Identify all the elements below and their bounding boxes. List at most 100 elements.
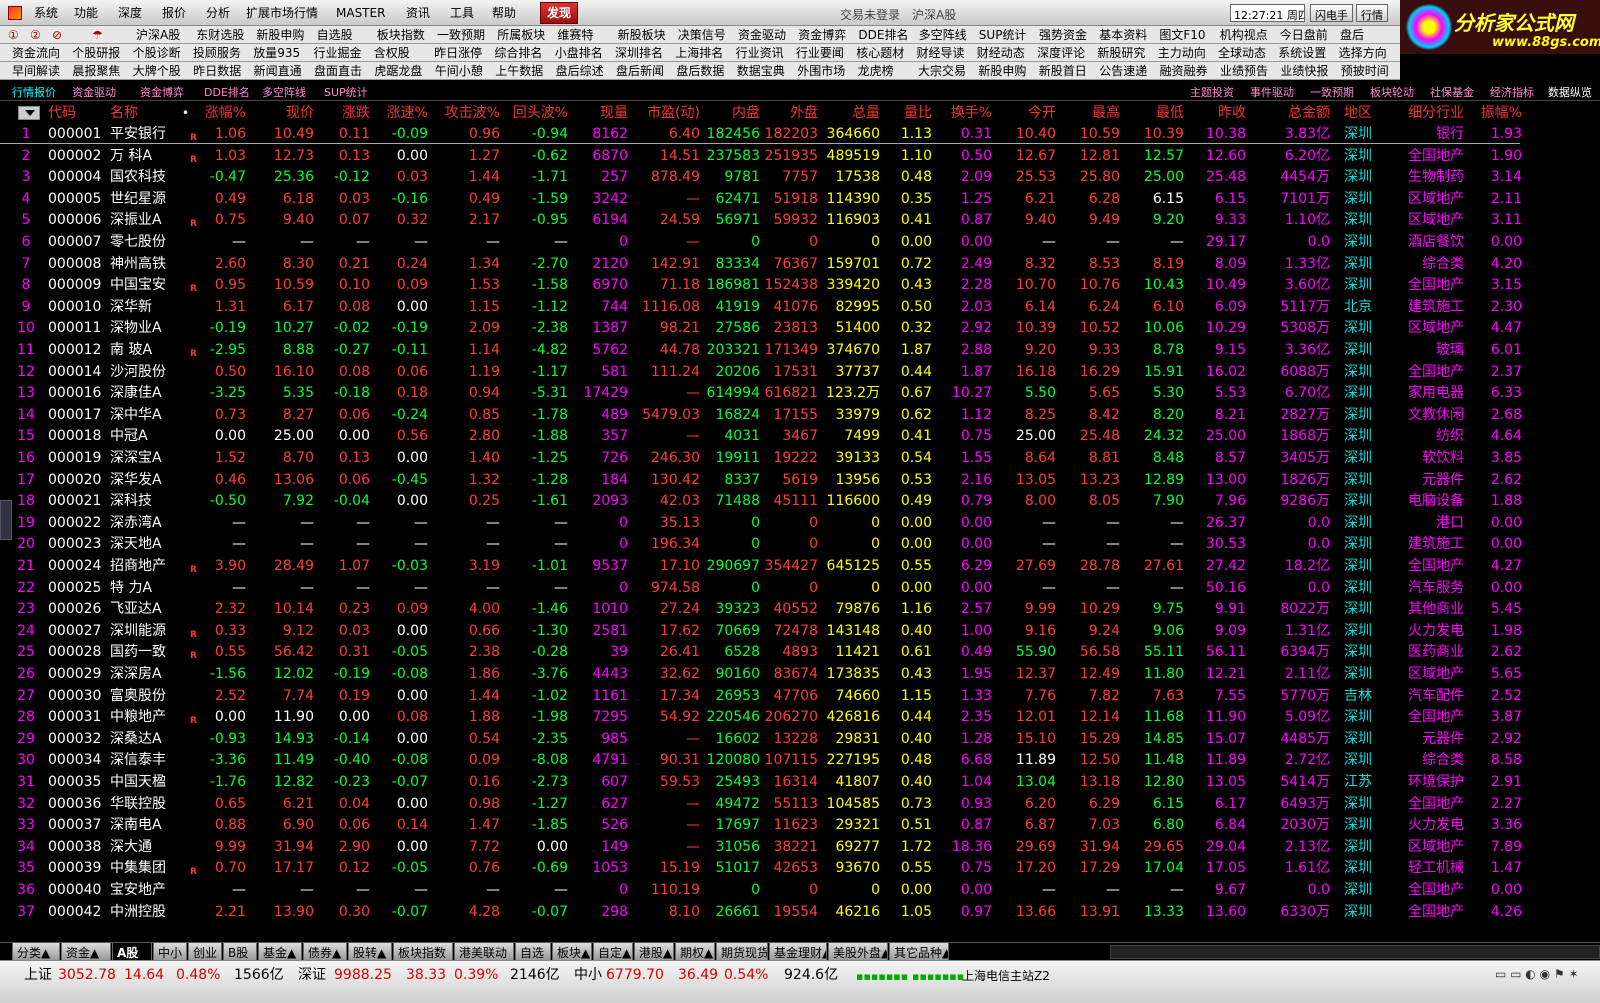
toolbar3-button-16[interactable]: 新股申购	[978, 64, 1026, 78]
table-row[interactable]: 20 000023 深天地A — — — — — — 0 196.34 0 0 0 0.00 0.00 — — — 3…	[0, 534, 1600, 556]
toolbar2-button-2[interactable]: 个股诊断	[133, 46, 181, 60]
toolbar1-button-12[interactable]: DDE排名	[858, 28, 908, 42]
view-tab-1[interactable]: 资金驱动	[72, 84, 116, 100]
toolbar2-button-14[interactable]: 核心题材	[856, 46, 904, 60]
toolbar1-button-15[interactable]: 强势资金	[1039, 28, 1087, 42]
toolbar1-button-7[interactable]: 维赛特	[557, 28, 593, 42]
circle-1-icon[interactable]: ①	[8, 28, 19, 42]
toolbar2-button-17[interactable]: 深度评论	[1037, 46, 1085, 60]
column-header-1[interactable]: 名称	[110, 105, 188, 121]
toolbar2-button-4[interactable]: 放量935	[253, 46, 300, 60]
toolbar2-button-3[interactable]: 投顾服务	[193, 46, 241, 60]
cell-col-1[interactable]: 中粮地产	[110, 709, 188, 726]
toolbar3-button-6[interactable]: 虎踞龙盘	[374, 64, 422, 78]
info-tab-5[interactable]: 经济指标	[1490, 84, 1534, 100]
toolbar1-button-4[interactable]: 板块指数	[377, 28, 425, 42]
column-header-18[interactable]: 最低	[1124, 105, 1184, 121]
cell-col-1[interactable]: 零七股份	[110, 234, 188, 251]
cell-col-1[interactable]: 南 玻A	[110, 342, 188, 359]
table-row[interactable]: 3 000004 国农科技 -0.47 25.36 -0.12 0.03 1.44 -1.71 2…	[0, 167, 1600, 189]
table-row[interactable]: 37 000042 中洲控股 2.21 13.90 0.30 -0.07 4.28 -0.07 2…	[0, 902, 1600, 924]
table-row[interactable]: 23 000026 飞亚达A 2.32 10.14 0.23 0.09 4.00 -1.46 10…	[0, 599, 1600, 621]
toolbar3-button-13[interactable]: 外围市场	[797, 64, 845, 78]
column-header-3[interactable]: 涨幅%	[196, 105, 246, 121]
table-row[interactable]: 13 000016 深康佳A -3.25 5.35 -0.18 0.18 0.94 -5.31 1…	[0, 383, 1600, 405]
toolbar2-button-8[interactable]: 综合排名	[494, 46, 542, 60]
table-row[interactable]: 15 000018 中冠A 0.00 25.00 0.00 0.56 2.80 -1.88 357…	[0, 426, 1600, 448]
cell-col-1[interactable]: 万 科A	[110, 148, 188, 165]
market-tab-11[interactable]: 自选	[515, 943, 551, 961]
cell-col-1[interactable]: 深圳能源	[110, 623, 188, 640]
toolbar3-button-11[interactable]: 盘后数据	[676, 64, 724, 78]
toolbar3-button-9[interactable]: 盘后综述	[556, 64, 604, 78]
table-row[interactable]: 19 000022 深赤湾A — — — — — — 0 35.13 0 0 0 0.00 0.00 — — — 26…	[0, 513, 1600, 535]
market-tab-17[interactable]: 基金理财▲	[769, 943, 827, 961]
market-tab-12[interactable]: 板块▲	[552, 943, 592, 961]
market-tab-8[interactable]: 股转▲	[348, 943, 392, 961]
view-tab-5[interactable]: SUP统计	[324, 84, 368, 100]
toolbar3-button-1[interactable]: 晨报聚焦	[72, 64, 120, 78]
toolbar2-button-5[interactable]: 行业掘金	[314, 46, 362, 60]
table-row[interactable]: 21 000024 招商地产 3.90 28.49 1.07 -0.03 3.19 -1.01 9…	[0, 556, 1600, 578]
quote-mode-button[interactable]: 行情	[1356, 4, 1388, 22]
table-row[interactable]: 9 000010 深华新 1.31 6.17 0.08 0.00 1.15 -1.12 744 11…	[0, 297, 1600, 319]
cell-col-1[interactable]: 沙河股份	[110, 364, 188, 381]
market-tab-9[interactable]: 板块指数	[393, 943, 453, 961]
toolbar2-button-6[interactable]: 含权股	[374, 46, 410, 60]
market-tab-10[interactable]: 港美联动	[454, 943, 514, 961]
toolbar3-button-18[interactable]: 公告速递	[1099, 64, 1147, 78]
cell-col-1[interactable]: 深赤湾A	[110, 515, 188, 532]
market-tab-3[interactable]: 中小	[153, 943, 187, 961]
toolbar1-button-18[interactable]: 机构视点	[1220, 28, 1268, 42]
column-header-20[interactable]: 总金额	[1250, 105, 1330, 121]
table-row[interactable]: 28 000031 中粮地产 0.00 11.90 0.00 0.08 1.88 -1.98 72…	[0, 707, 1600, 729]
cell-col-1[interactable]: 中冠A	[110, 428, 188, 445]
toolbar1-button-1[interactable]: 东财选股	[196, 28, 244, 42]
column-header-9[interactable]: 现量	[572, 105, 628, 121]
column-header-15[interactable]: 换手%	[936, 105, 992, 121]
table-row[interactable]: 12 000014 沙河股份 0.50 16.10 0.08 0.06 1.19 -1.17 58…	[0, 362, 1600, 384]
cell-col-1[interactable]: 深振业A	[110, 212, 188, 229]
toolbar3-button-7[interactable]: 午间小憩	[435, 64, 483, 78]
toolbar2-button-13[interactable]: 行业要闻	[796, 46, 844, 60]
cell-col-1[interactable]: 深科技	[110, 493, 188, 510]
cell-col-1[interactable]: 中洲控股	[110, 904, 188, 921]
cell-col-1[interactable]: 深南电A	[110, 817, 188, 834]
cell-col-1[interactable]: 深康佳A	[110, 385, 188, 402]
toolbar1-button-3[interactable]: 自选股	[317, 28, 353, 42]
toolbar3-button-12[interactable]: 数据宝典	[737, 64, 785, 78]
toolbar2-button-7[interactable]: 昨日涨停	[434, 46, 482, 60]
toolbar3-button-4[interactable]: 新闻直通	[254, 64, 302, 78]
info-tab-0[interactable]: 主题投资	[1190, 84, 1234, 100]
table-row[interactable]: 5 000006 深振业A 0.75 9.40 0.07 0.32 2.17 -0.95 6194…	[0, 210, 1600, 232]
toolbar3-button-8[interactable]: 上午数据	[495, 64, 543, 78]
table-row[interactable]: 10 000011 深物业A -0.19 10.27 -0.02 -0.19 2.09 -2.3…	[0, 318, 1600, 340]
cell-col-1[interactable]: 深桑达A	[110, 731, 188, 748]
cell-col-1[interactable]: 中国天楹	[110, 774, 188, 791]
table-row[interactable]: 18 000021 深科技 -0.50 7.92 -0.04 0.00 0.25 -1.61 20…	[0, 491, 1600, 513]
column-header-10[interactable]: 市盈(动)	[632, 105, 700, 121]
menu-system[interactable]: 系统	[34, 6, 58, 20]
menu-function[interactable]: 功能	[74, 6, 98, 20]
table-row[interactable]: 25 000028 国药一致 0.55 56.42 0.31 -0.05 2.38 -0.28 3…	[0, 642, 1600, 664]
column-header-5[interactable]: 涨跌	[320, 105, 370, 121]
toolbar2-button-1[interactable]: 个股研报	[72, 46, 120, 60]
toolbar2-button-0[interactable]: 资金流向	[12, 46, 60, 60]
column-header-23[interactable]: 振幅%	[1470, 105, 1522, 121]
toolbar2-button-20[interactable]: 全球动态	[1218, 46, 1266, 60]
cell-col-1[interactable]: 深华新	[110, 299, 188, 316]
column-header-22[interactable]: 细分行业	[1384, 105, 1464, 121]
toolbar2-button-22[interactable]: 选择方向	[1339, 46, 1387, 60]
circle-2-icon[interactable]: ②	[30, 28, 41, 42]
menu-analysis[interactable]: 分析	[206, 6, 230, 20]
view-tab-2[interactable]: 资金博弈	[140, 84, 184, 100]
column-header-19[interactable]: 昨收	[1188, 105, 1246, 121]
market-tab-14[interactable]: 港股▲	[634, 943, 674, 961]
toolbar3-button-21[interactable]: 业绩快报	[1280, 64, 1328, 78]
toolbar2-button-15[interactable]: 财经导读	[917, 46, 965, 60]
table-row[interactable]: 34 000038 深大通 9.99 31.94 2.90 0.00 7.72 0.00 149 —…	[0, 837, 1600, 859]
flash-trade-button[interactable]: 闪电手	[1310, 4, 1353, 22]
toolbar1-button-2[interactable]: 新股申购	[256, 28, 304, 42]
table-row[interactable]: 4 000005 世纪星源 0.49 6.18 0.03 -0.16 0.49 -1.59 324…	[0, 189, 1600, 211]
table-row[interactable]: 33 000037 深南电A 0.88 6.90 0.06 0.14 1.47 -1.85 526…	[0, 815, 1600, 837]
